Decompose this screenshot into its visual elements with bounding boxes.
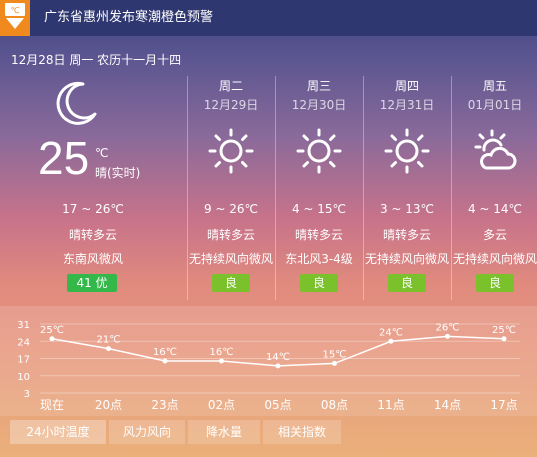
temperature-data-label: 21℃: [97, 335, 121, 346]
day-temp-range: 4 ~ 15℃: [291, 202, 347, 216]
day-wind: 无持续风向微风: [364, 252, 449, 266]
day-weather: 晴转多云: [206, 228, 255, 242]
day-weather: 晴转多云: [382, 228, 431, 242]
sun-icon: [384, 128, 430, 178]
current-temperature: 25: [38, 132, 90, 184]
day-date: 12月29日: [203, 98, 259, 112]
x-tick-label: 08点: [321, 398, 348, 412]
temperature-point: [49, 336, 55, 342]
y-tick-label: 31: [17, 320, 30, 331]
today-panel: 25 ℃ 晴(实时) 17 ~ 26℃ 晴转多云 东南风微风 41 优: [0, 70, 186, 300]
day-temp-range: 9 ~ 26℃: [203, 202, 259, 216]
temperature-data-label: 16℃: [153, 347, 177, 358]
x-tick-label: 02点: [208, 398, 235, 412]
today-wind: 东南风微风: [62, 252, 123, 266]
y-tick-label: 24: [17, 337, 30, 348]
temperature-unit: ℃: [95, 146, 109, 160]
day-weather: 晴转多云: [294, 228, 343, 242]
y-tick-label: 3: [24, 389, 30, 400]
forecast-day: 周二 12月29日 9 ~ 26℃ 晴转多云 无持续风向微风 良: [187, 70, 275, 300]
tab-precipitation[interactable]: 降水量: [188, 420, 260, 444]
tab-indices[interactable]: 相关指数: [263, 420, 341, 444]
temperature-point: [219, 358, 224, 364]
temperature-data-label: 25℃: [40, 325, 64, 336]
day-name: 周二: [218, 79, 243, 93]
alert-icon-label: ℃: [11, 6, 20, 15]
alert-bar[interactable]: ℃ 广东省惠州发布寒潮橙色预警: [0, 0, 537, 36]
current-date: 12月28日 周一 农历十一月十四: [11, 53, 182, 67]
weather-widget: ℃ 广东省惠州发布寒潮橙色预警 12月28日 周一 农历十一月十四 25 ℃ 晴…: [0, 0, 537, 457]
aqi-badge[interactable]: 良: [212, 274, 250, 292]
temperature-point: [388, 338, 394, 344]
today-weather: 晴转多云: [68, 228, 117, 242]
partly-cloudy-icon: [472, 128, 518, 178]
y-tick-label: 10: [17, 372, 30, 383]
temperature-data-label: 16℃: [210, 347, 234, 358]
alert-icon[interactable]: ℃: [0, 0, 30, 36]
day-name: 周四: [394, 79, 419, 93]
temperature-data-label: 14℃: [266, 352, 290, 363]
day-temp-range: 4 ~ 14℃: [467, 202, 523, 216]
day-temp-range: 3 ~ 13℃: [379, 202, 435, 216]
aqi-badge[interactable]: 良: [388, 274, 426, 292]
temperature-point: [275, 363, 281, 369]
x-tick-label: 11点: [377, 398, 404, 412]
temperature-data-label: 25℃: [492, 325, 516, 336]
x-tick-label: 17点: [490, 398, 517, 412]
aqi-badge[interactable]: 41 优: [67, 274, 117, 292]
today-temp-range: 17 ~ 26℃: [62, 202, 124, 216]
aqi-badge[interactable]: 良: [300, 274, 338, 292]
chart-tabs: 24小时温度 风力风向 降水量 相关指数: [0, 417, 537, 446]
day-wind: 无持续风向微风: [188, 252, 273, 266]
x-tick-label: 现在: [40, 398, 64, 412]
temperature-point: [162, 358, 168, 364]
tab-wind[interactable]: 风力风向: [109, 420, 185, 444]
moon-icon: [53, 80, 99, 132]
x-tick-label: 23点: [151, 398, 178, 412]
tab-24h-temperature[interactable]: 24小时温度: [10, 420, 106, 444]
day-date: 12月30日: [291, 98, 347, 112]
hourly-temperature-chart: 31 24 17 10 3 25℃ 21℃ 16℃ 16℃ 14℃ 15℃ 24℃ 26℃ 25℃ 现在 20…: [17, 320, 520, 412]
sun-icon: [296, 128, 342, 178]
x-tick-label: 20点: [95, 398, 122, 412]
day-wind: 无持续风向微风: [452, 252, 537, 266]
day-name: 周五: [482, 79, 507, 93]
temperature-point: [106, 346, 111, 352]
current-condition: 晴(实时): [95, 166, 141, 180]
aqi-badge[interactable]: 良: [476, 274, 514, 292]
x-tick-label: 14点: [434, 398, 461, 412]
temperature-data-label: 15℃: [323, 349, 347, 360]
temperature-data-label: 24℃: [379, 327, 403, 338]
temperature-point: [445, 333, 450, 339]
temperature-point: [332, 360, 337, 366]
sun-icon: [208, 128, 254, 178]
day-wind: 东北风3-4级: [285, 252, 353, 266]
temperature-point: [501, 336, 507, 342]
day-date: 01月01日: [467, 98, 523, 112]
forecast-day: 周五 01月01日 4 ~ 14℃ 多云 无持续风向微风 良: [451, 70, 537, 300]
alert-title[interactable]: 广东省惠州发布寒潮橙色预警: [44, 0, 213, 36]
x-tick-label: 05点: [264, 398, 291, 412]
day-name: 周三: [306, 79, 331, 93]
day-weather: 多云: [482, 228, 507, 242]
temperature-data-label: 26℃: [436, 322, 460, 333]
day-date: 12月31日: [379, 98, 435, 112]
y-tick-label: 17: [17, 355, 30, 366]
forecast-day: 周三 12月30日 4 ~ 15℃ 晴转多云 东北风3-4级 良: [275, 70, 363, 300]
forecast-day: 周四 12月31日 3 ~ 13℃ 晴转多云 无持续风向微风 良: [363, 70, 451, 300]
